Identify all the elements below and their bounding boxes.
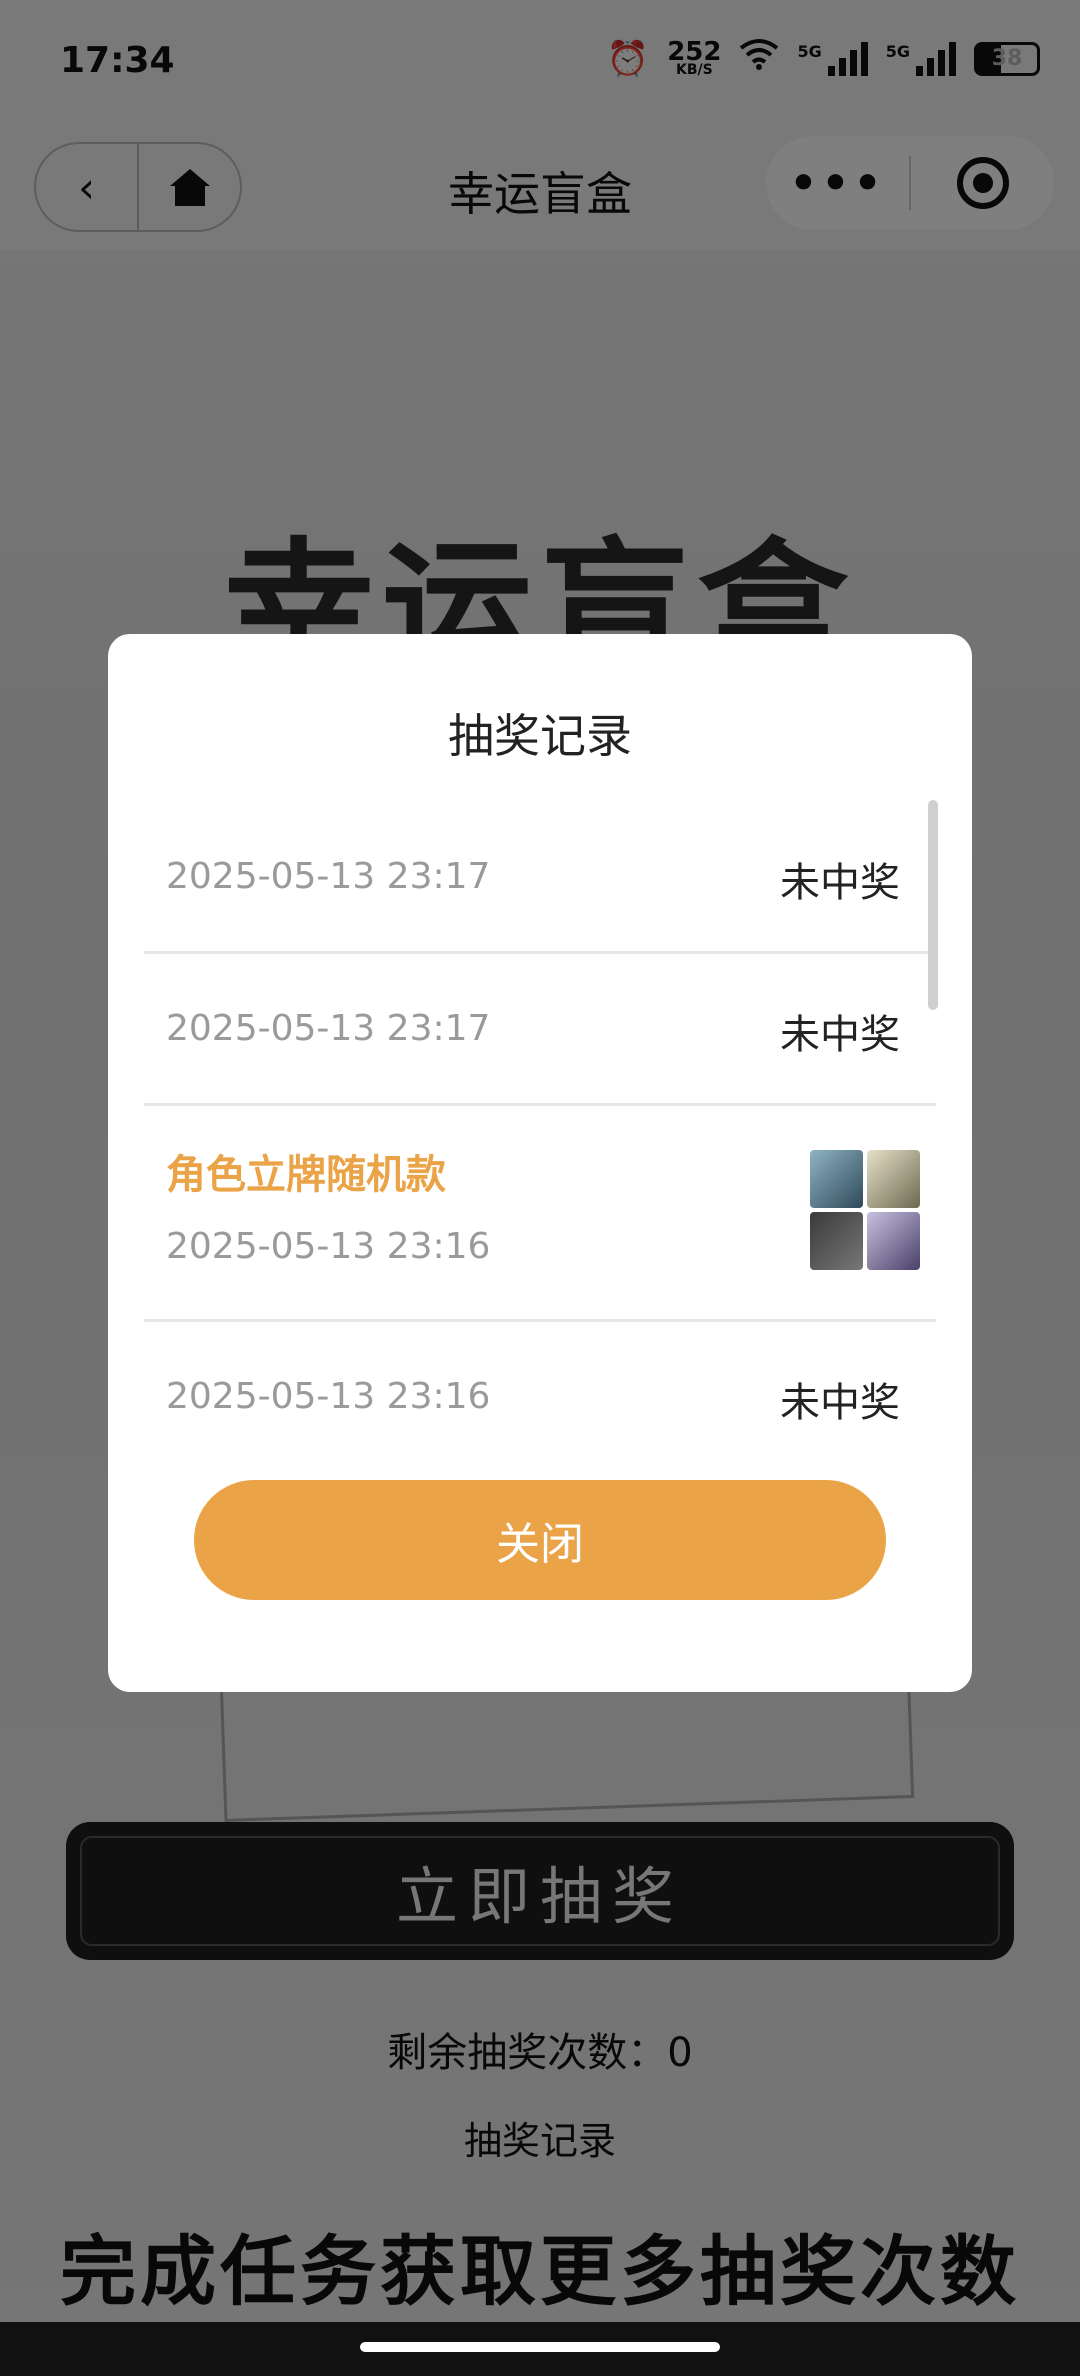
draw-record-modal: 抽奖记录 2025-05-13 23:17 未中奖 2025-05-13 23:… [108, 634, 972, 1692]
record-date: 2025-05-13 23:16 [166, 1226, 491, 1267]
record-date: 2025-05-13 23:16 [166, 1376, 491, 1417]
prize-thumbnail [810, 1150, 920, 1270]
record-date: 2025-05-13 23:17 [166, 856, 491, 897]
home-indicator-bar [0, 2322, 1080, 2376]
modal-title: 抽奖记录 [448, 709, 632, 763]
scrollbar[interactable] [928, 800, 938, 1010]
record-list[interactable]: 2025-05-13 23:17 未中奖 2025-05-13 23:17 未中… [144, 802, 936, 1464]
close-button[interactable]: 关闭 [194, 1480, 886, 1600]
home-indicator[interactable] [360, 2342, 720, 2352]
record-prize: 角色立牌随机款 [166, 1152, 446, 1198]
list-item: 2025-05-13 23:16 未中奖 [144, 1322, 936, 1464]
list-item: 角色立牌随机款 2025-05-13 23:16 [144, 1106, 936, 1322]
record-result: 未中奖 [780, 860, 900, 906]
record-result: 未中奖 [780, 1380, 900, 1426]
list-item: 2025-05-13 23:17 未中奖 [144, 802, 936, 954]
record-date: 2025-05-13 23:17 [166, 1008, 491, 1049]
list-item: 2025-05-13 23:17 未中奖 [144, 954, 936, 1106]
record-result: 未中奖 [780, 1012, 900, 1058]
